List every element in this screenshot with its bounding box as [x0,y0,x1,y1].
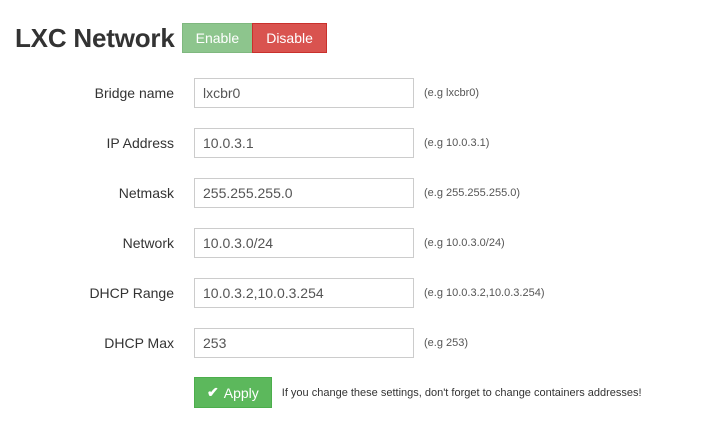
page-title: LXC Network [15,23,175,53]
ip-address-hint: (e.g 10.0.3.1) [424,137,490,149]
network-hint: (e.g 10.0.3.0/24) [424,237,505,249]
netmask-label: Netmask [118,185,174,201]
bridge-name-hint: (e.g lxcbr0) [424,87,480,99]
ip-address-label: IP Address [106,135,174,151]
network-label: Network [122,235,174,251]
netmask-input[interactable] [194,178,414,208]
page-header: LXC Network Enable Disable [15,22,327,54]
dhcp-max-row: DHCP Max (e.g 253) [0,328,702,358]
apply-button-label: Apply [223,384,259,401]
disable-button[interactable]: Disable [252,23,327,53]
dhcp-range-input[interactable] [194,278,414,308]
dhcp-max-label: DHCP Max [104,335,174,351]
bridge-name-label: Bridge name [94,85,174,101]
dhcp-range-hint: (e.g 10.0.3.2,10.0.3.254) [424,287,545,299]
apply-button[interactable]: ✔ Apply [194,377,272,408]
check-icon: ✔ [207,384,219,400]
apply-row: ✔ Apply If you change these settings, do… [194,377,642,408]
netmask-hint: (e.g 255.255.255.0) [424,187,521,199]
network-input[interactable] [194,228,414,258]
enable-disable-toggle: Enable Disable [181,23,327,53]
dhcp-max-input[interactable] [194,328,414,358]
apply-note: If you change these settings, don't forg… [281,386,642,399]
network-row: Network (e.g 10.0.3.0/24) [0,228,702,258]
bridge-name-input[interactable] [194,78,414,108]
dhcp-range-row: DHCP Range (e.g 10.0.3.2,10.0.3.254) [0,278,702,308]
enable-button[interactable]: Enable [181,23,254,53]
dhcp-range-label: DHCP Range [89,285,174,301]
dhcp-max-hint: (e.g 253) [424,337,469,349]
bridge-name-row: Bridge name (e.g lxcbr0) [0,78,702,108]
ip-address-row: IP Address (e.g 10.0.3.1) [0,128,702,158]
ip-address-input[interactable] [194,128,414,158]
netmask-row: Netmask (e.g 255.255.255.0) [0,178,702,208]
